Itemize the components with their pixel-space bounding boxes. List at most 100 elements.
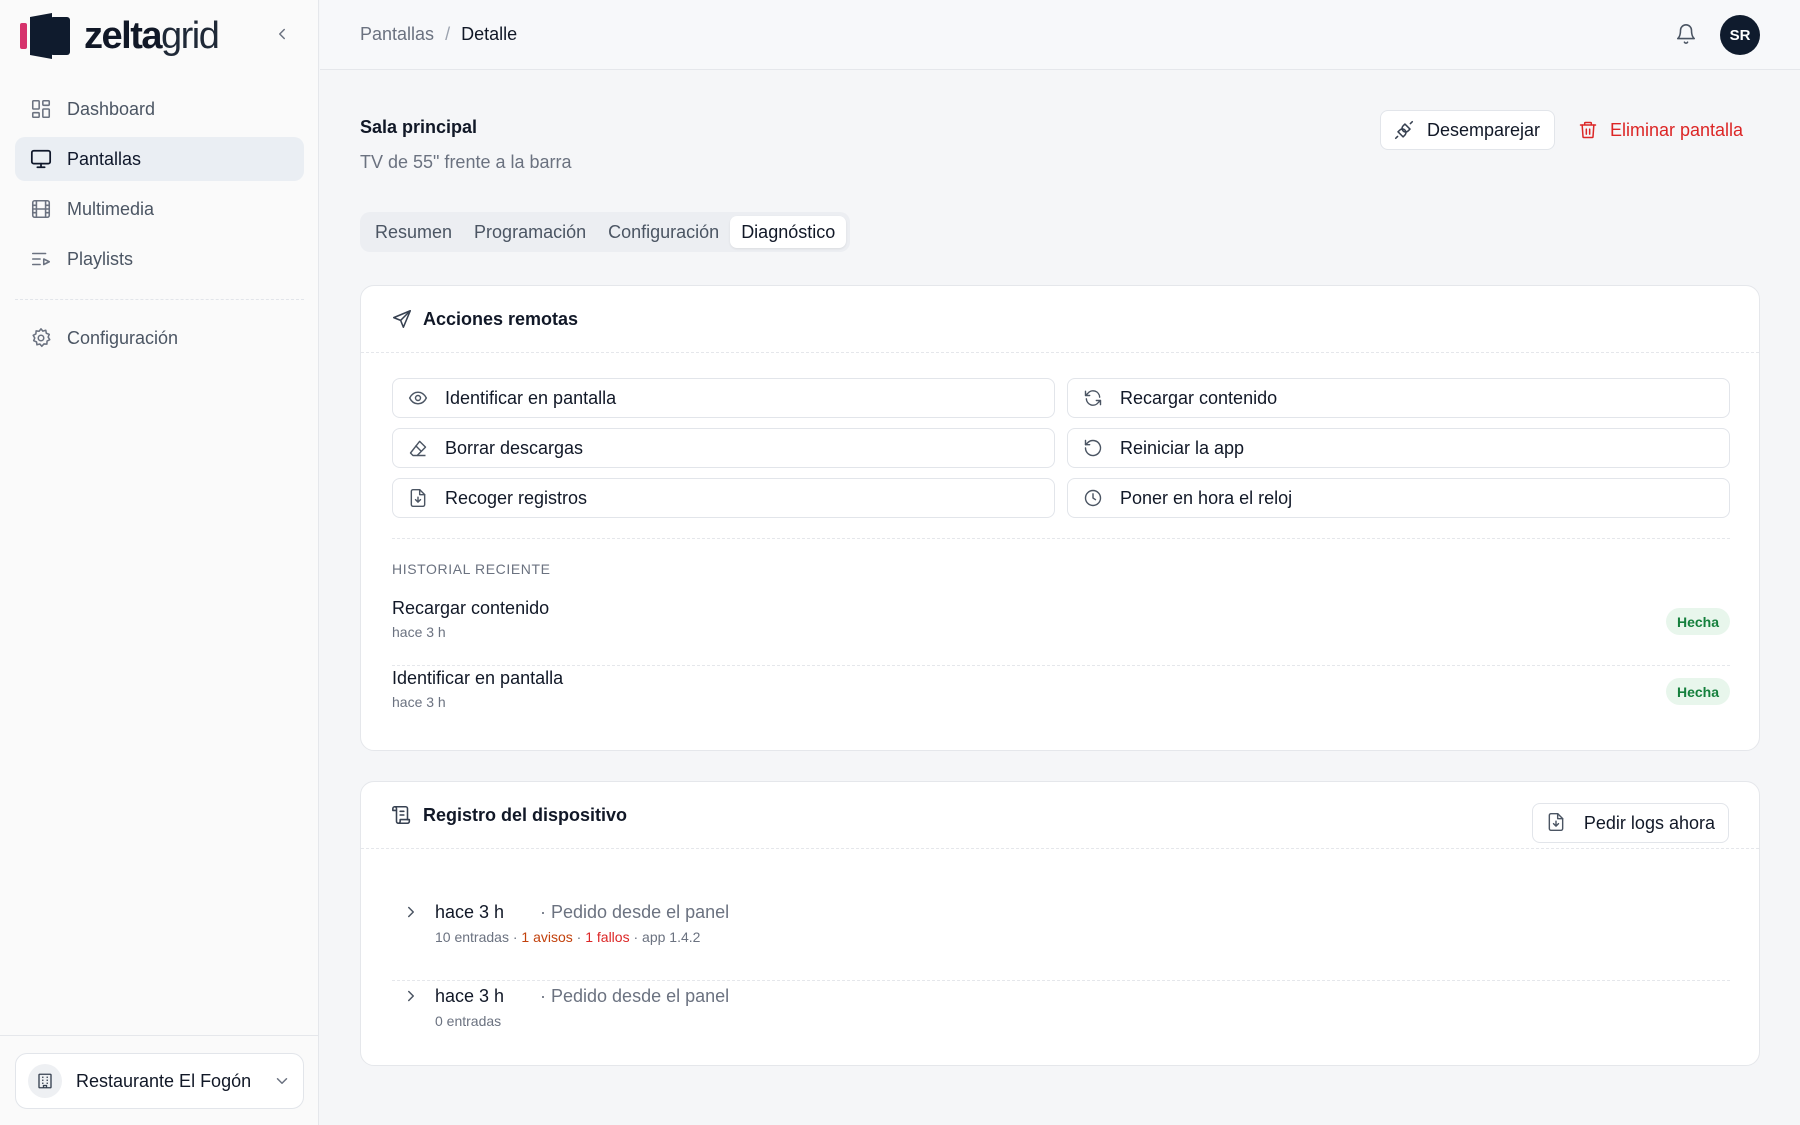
scroll-icon	[391, 804, 413, 826]
action-label: Poner en hora el reloj	[1120, 487, 1293, 508]
sidebar-item-pantallas[interactable]: Pantallas	[15, 137, 304, 181]
remote-actions-grid: Identificar en pantalla Recargar conteni…	[392, 378, 1730, 518]
tab-diagnostico[interactable]: Diagnóstico	[730, 216, 847, 248]
unpair-button[interactable]: Desemparejar	[1380, 110, 1555, 150]
gear-icon	[29, 326, 53, 350]
reload-content-button[interactable]: Recargar contenido	[1067, 378, 1730, 418]
device-log-header: Registro del dispositivo Pedir logs ahor…	[361, 782, 1759, 849]
logo-mark-icon	[20, 13, 72, 59]
clear-downloads-button[interactable]: Borrar descargas	[392, 428, 1055, 468]
bell-icon	[1676, 24, 1696, 44]
send-icon	[391, 308, 413, 330]
breadcrumb: Pantallas / Detalle	[360, 24, 517, 45]
history-item: Recargar contenido hace 3 h Hecha	[392, 596, 1730, 666]
action-label: Recoger registros	[445, 487, 588, 508]
sidebar-item-playlists[interactable]: Playlists	[15, 237, 304, 281]
sidebar-nav: Dashboard Pantallas Multimedia Playlists	[15, 87, 304, 366]
device-log-title: Registro del dispositivo	[423, 804, 628, 825]
chevron-right-icon	[402, 903, 422, 923]
history-item: Identificar en pantalla hace 3 h Hecha	[392, 666, 1730, 736]
org-switcher[interactable]: Restaurante El Fogón	[15, 1053, 304, 1109]
playlist-icon	[29, 247, 53, 271]
request-logs-label: Pedir logs ahora	[1583, 812, 1715, 833]
sidebar-item-label: Configuración	[67, 327, 179, 348]
eraser-icon	[407, 437, 429, 459]
dashboard-icon	[29, 97, 53, 121]
tab-configuracion[interactable]: Configuración	[597, 216, 730, 248]
log-source: · Pedido desde el panel	[540, 902, 730, 922]
remote-actions-header: Acciones remotas	[361, 286, 1759, 353]
restart-app-button[interactable]: Reiniciar la app	[1067, 428, 1730, 468]
log-entry[interactable]: hace 3 h · Pedido desde el panel 0 entra…	[392, 981, 1730, 1065]
eye-icon	[407, 387, 429, 409]
unplug-icon	[1393, 119, 1415, 141]
log-summary: 0 entradas	[435, 1013, 502, 1029]
sidebar-item-multimedia[interactable]: Multimedia	[15, 187, 304, 231]
chevron-left-icon	[279, 28, 285, 40]
history-list: Recargar contenido hace 3 h Hecha Identi…	[392, 596, 1730, 736]
log-source: · Pedido desde el panel	[540, 986, 730, 1006]
sidebar-divider	[15, 299, 304, 300]
user-avatar[interactable]: SR	[1720, 15, 1760, 55]
file-download-icon	[1546, 812, 1568, 834]
delete-screen-button[interactable]: Eliminar pantalla	[1568, 110, 1753, 150]
history-divider	[392, 538, 1730, 539]
status-badge: Hecha	[1665, 678, 1730, 705]
remote-actions-card: Acciones remotas Identificar en pantalla…	[360, 285, 1760, 751]
log-entry[interactable]: hace 3 h · Pedido desde el panel 10 entr…	[392, 897, 1730, 981]
identify-screen-button[interactable]: Identificar en pantalla	[392, 378, 1055, 418]
sidebar-item-configuracion[interactable]: Configuración	[15, 316, 304, 360]
sidebar-item-label: Pantallas	[67, 148, 142, 169]
sidebar-item-label: Dashboard	[67, 98, 156, 119]
history-title: HISTORIAL RECIENTE	[392, 561, 551, 577]
collapse-sidebar-button[interactable]	[270, 22, 294, 46]
notifications-button[interactable]	[1675, 23, 1699, 47]
sync-clock-button[interactable]: Poner en hora el reloj	[1067, 478, 1730, 518]
history-time: hace 3 h	[392, 624, 446, 640]
org-footer: Restaurante El Fogón	[0, 1035, 319, 1125]
breadcrumb-current: Detalle	[461, 24, 518, 44]
action-label: Identificar en pantalla	[445, 387, 617, 408]
refresh-icon	[1082, 387, 1104, 409]
org-name: Restaurante El Fogón	[76, 1070, 252, 1091]
monitor-icon	[29, 147, 53, 171]
collect-logs-button[interactable]: Recoger registros	[392, 478, 1055, 518]
log-warnings: 1 avisos	[521, 929, 573, 945]
tab-programacion[interactable]: Programación	[463, 216, 597, 248]
history-time: hace 3 h	[392, 694, 446, 710]
log-time: hace 3 h	[435, 902, 505, 922]
remote-actions-title: Acciones remotas	[423, 308, 579, 329]
log-time: hace 3 h	[435, 986, 505, 1006]
file-download-icon	[407, 487, 429, 509]
clock-icon	[1082, 487, 1104, 509]
log-app-version: app 1.4.2	[642, 929, 701, 945]
building-icon	[28, 1064, 62, 1098]
breadcrumb-link-pantallas[interactable]: Pantallas	[360, 24, 434, 45]
status-badge: Hecha	[1665, 608, 1730, 635]
breadcrumb-separator: /	[445, 24, 451, 44]
action-label: Borrar descargas	[445, 437, 584, 458]
chevron-down-icon	[273, 1072, 291, 1090]
sidebar: zeltagrid Dashboard Pantallas Multimedia	[0, 0, 319, 1125]
request-logs-button[interactable]: Pedir logs ahora	[1531, 803, 1729, 843]
page-subtitle: TV de 55" frente a la barra	[360, 152, 572, 172]
log-list: hace 3 h · Pedido desde el panel 10 entr…	[392, 897, 1730, 1065]
brand-logo[interactable]: zeltagrid	[20, 12, 220, 60]
sidebar-item-label: Playlists	[67, 248, 134, 269]
detail-tabs: Resumen Programación Configuración Diagn…	[360, 212, 851, 252]
page-title: Sala principal	[360, 117, 478, 137]
sidebar-item-dashboard[interactable]: Dashboard	[15, 87, 304, 131]
device-log-card: Registro del dispositivo Pedir logs ahor…	[360, 781, 1760, 1066]
chevron-right-icon	[402, 987, 422, 1007]
delete-screen-label: Eliminar pantalla	[1610, 119, 1744, 140]
tab-resumen[interactable]: Resumen	[364, 216, 463, 248]
action-label: Recargar contenido	[1120, 387, 1278, 408]
trash-icon	[1578, 119, 1598, 141]
action-label: Reiniciar la app	[1120, 437, 1245, 458]
sidebar-item-label: Multimedia	[67, 198, 155, 219]
log-summary: 10 entradas · 1 avisos · 1 fallos · app …	[435, 929, 701, 945]
brand-name: zeltagrid	[84, 15, 220, 57]
history-action: Identificar en pantalla	[392, 668, 564, 688]
restart-icon	[1082, 437, 1104, 459]
log-errors: 1 fallos	[585, 929, 630, 945]
